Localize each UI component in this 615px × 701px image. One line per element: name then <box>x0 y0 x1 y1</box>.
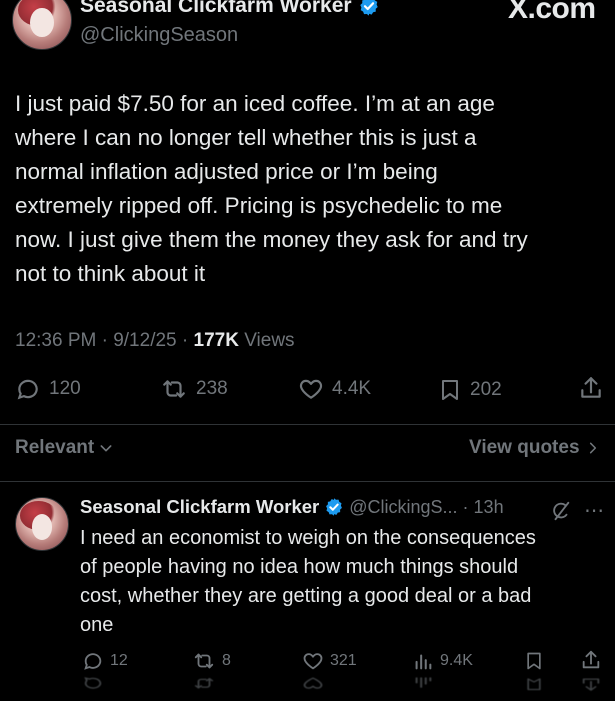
heart-icon <box>303 653 323 670</box>
reply-repost-count: 8 <box>222 652 231 669</box>
reply-share-button[interactable] <box>580 648 602 672</box>
reply-text-line: of people having no idea how much things… <box>80 556 519 578</box>
more-options-icon[interactable]: ⋯ <box>584 498 605 523</box>
heart-icon <box>303 677 323 689</box>
repost-button[interactable]: 238 <box>160 376 228 402</box>
reply-icon <box>84 677 102 689</box>
author-display-name[interactable]: Seasonal Clickfarm Worker <box>80 0 352 18</box>
reply-views-count: 9.4K <box>440 652 473 669</box>
reply-text-line: cost, whether they are getting a good de… <box>80 585 532 607</box>
author-avatar[interactable] <box>12 0 72 50</box>
reply-reply-count: 12 <box>110 652 128 669</box>
overlapping-action-row <box>0 676 615 701</box>
brand-watermark: X.com <box>508 0 596 25</box>
like-button[interactable]: 4.4K <box>298 376 371 402</box>
views-count: 177K <box>193 330 239 351</box>
tweet-text-line: extremely ripped off. Pricing is psyched… <box>15 193 503 218</box>
share-button[interactable] <box>578 374 604 402</box>
reply-text-line: I need an economist to weigh on the cons… <box>80 527 536 549</box>
tweet-text-line: where I can no longer tell whether this … <box>15 125 477 150</box>
bookmark-icon <box>527 678 541 691</box>
chevron-right-icon <box>589 442 596 454</box>
tweet-text-line: I just paid $7.50 for an iced coffee. I’… <box>15 91 495 116</box>
bookmark-icon <box>442 380 458 400</box>
tweet-meta: 12:36 PM · 9/12/25 · 177K Views <box>15 330 295 352</box>
reply-bookmark-button[interactable] <box>524 649 544 673</box>
verified-badge-icon <box>359 0 378 16</box>
heart-icon <box>299 379 323 399</box>
reply-avatar[interactable] <box>15 497 69 551</box>
reply-header: Seasonal Clickfarm Worker @ClickingS... … <box>80 496 504 518</box>
views-icon <box>415 654 432 670</box>
bookmark-count: 202 <box>470 379 502 400</box>
tweet-text-line: now. I just give them the money they ask… <box>15 227 528 252</box>
repost-icon <box>194 653 214 669</box>
tweet-timestamp[interactable]: 12:36 PM · 9/12/25 · <box>15 330 194 351</box>
sort-label: Relevant <box>15 437 95 458</box>
grok-icon[interactable] <box>550 500 572 522</box>
reply-repost-button[interactable]: 8 <box>192 650 231 672</box>
repost-count: 238 <box>196 378 228 399</box>
tweet-text: I just paid $7.50 for an iced coffee. I’… <box>15 87 528 291</box>
reply-like-button[interactable]: 321 <box>302 650 357 672</box>
reply-handle-time[interactable]: @ClickingS... · 13h <box>349 497 503 518</box>
reply-author-name[interactable]: Seasonal Clickfarm Worker <box>80 496 319 518</box>
repost-icon <box>163 380 185 398</box>
share-icon <box>582 678 600 691</box>
reply-reply-button[interactable]: 12 <box>82 650 128 672</box>
share-icon <box>581 377 601 398</box>
views-label: Views <box>238 330 295 351</box>
tweet-text-line: not to think about it <box>15 261 206 286</box>
chevron-down-icon <box>100 445 112 452</box>
tweet-text-line: normal inflation adjusted price or I’m b… <box>15 159 438 184</box>
reply-icon <box>84 653 102 670</box>
bookmark-icon <box>527 652 541 670</box>
repost-icon <box>194 678 214 689</box>
author-handle[interactable]: @ClickingSeason <box>80 24 238 47</box>
reply-icon <box>17 379 38 400</box>
reply-text-line: one <box>80 614 114 636</box>
reply-count: 120 <box>49 378 81 399</box>
share-icon <box>582 650 600 669</box>
views-icon <box>415 677 432 688</box>
reply-text: I need an economist to weigh on the cons… <box>80 524 536 640</box>
bookmark-button[interactable]: 202 <box>438 376 502 404</box>
view-quotes-link[interactable]: View quotes <box>469 437 600 459</box>
divider <box>0 481 615 482</box>
reply-like-count: 321 <box>330 652 357 669</box>
verified-badge-icon <box>326 498 343 516</box>
reply-views-button[interactable]: 9.4K <box>412 650 473 672</box>
author-name-row: Seasonal Clickfarm Worker <box>80 0 380 18</box>
like-count: 4.4K <box>332 378 372 399</box>
divider <box>0 424 615 425</box>
reply-button[interactable]: 120 <box>15 376 81 402</box>
sort-dropdown[interactable]: Relevant <box>15 437 114 459</box>
view-quotes-label: View quotes <box>469 437 580 458</box>
